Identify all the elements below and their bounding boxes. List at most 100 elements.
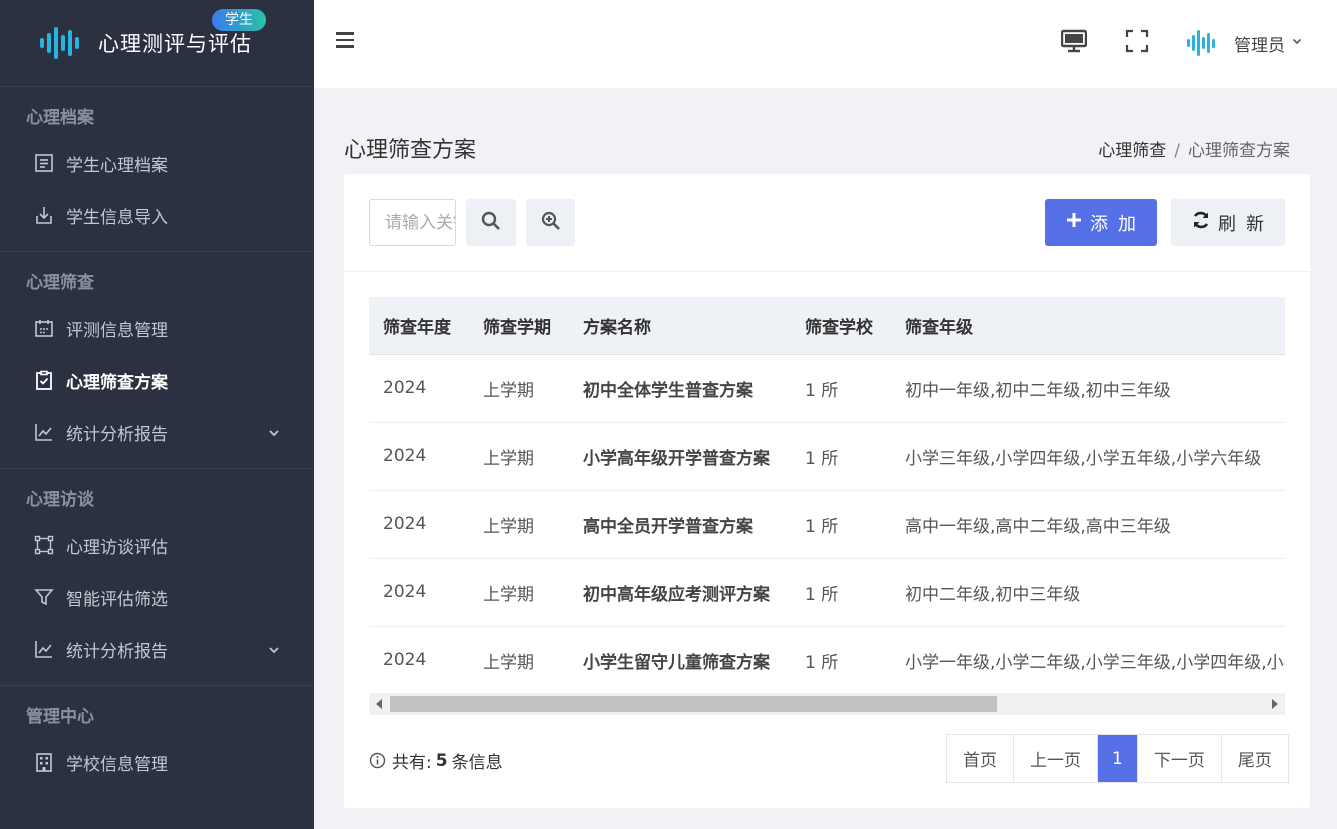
scroll-left-icon[interactable] [376,699,382,709]
nav-group-admin: 管理中心 学校信息管理 [0,686,314,798]
line-chart-icon [34,639,54,659]
sidebar-item-school-info[interactable]: 学校信息管理 [0,736,314,788]
sidebar-item-screening-plan[interactable]: 心理筛查方案 [0,354,314,406]
cell-year: 2024 [369,626,469,691]
refresh-button[interactable]: 刷新 [1171,199,1285,246]
cell-schools: 1 所 [791,354,891,423]
sidebar-item-smart-filter[interactable]: 智能评估筛选 [0,571,314,623]
page-last-button[interactable]: 尾页 [1221,735,1288,782]
summary-count: 5 [435,750,448,771]
page-number-current[interactable]: 1 [1098,735,1138,782]
nav-group-archive: 心理档案 学生心理档案 学生信息导入 [0,87,314,252]
sidebar-item-interview-assessment[interactable]: 心理访谈评估 [0,519,314,571]
import-icon [34,205,54,225]
sidebar: 心理测评与评估 学生 心理档案 学生心理档案 学生信息导入 心理筛查 评测信息管… [0,0,314,829]
page-prev-button[interactable]: 上一页 [1014,735,1098,782]
nav-group-title: 心理筛查 [26,273,94,293]
building-icon [34,752,54,772]
search-icon [481,211,501,234]
cell-schools: 1 所 [791,422,891,491]
cell-grades: 小学一年级,小学二年级,小学三年级,小学四年级,小学 [891,626,1285,691]
cell-term: 上学期 [469,626,569,691]
calendar-icon [34,318,54,338]
add-button[interactable]: 添加 [1045,199,1157,246]
cell-plan-name[interactable]: 初中高年级应考测评方案 [569,558,791,627]
cell-year: 2024 [369,490,469,559]
fullscreen-icon[interactable] [1124,28,1150,54]
table-row[interactable]: 2024 上学期 初中高年级应考测评方案 1 所 初中二年级,初中三年级 [369,558,1285,627]
menu-toggle-icon[interactable] [336,32,356,52]
add-button-label: 添加 [1090,213,1146,235]
brand-logo-icon [40,23,90,63]
chevron-down-icon [1291,35,1303,51]
table-row[interactable]: 2024 上学期 高中全员开学普查方案 1 所 高中一年级,高中二年级,高中三年… [369,490,1285,559]
brand[interactable]: 心理测评与评估 学生 [0,0,314,87]
sidebar-item-student-archive[interactable]: 学生心理档案 [0,137,314,189]
info-icon [369,752,386,769]
sidebar-item-label: 统计分析报告 [66,424,168,445]
page-title: 心理筛查方案 [344,138,477,163]
column-header[interactable]: 筛查学校 [791,297,891,355]
cell-term: 上学期 [469,490,569,559]
sidebar-item-stats-report-interview[interactable]: 统计分析报告 [0,623,314,675]
nav-group-interview: 心理访谈 心理访谈评估 智能评估筛选 统计分析报告 [0,469,314,686]
breadcrumb-item[interactable]: 心理筛查 [1098,141,1166,161]
column-header[interactable]: 方案名称 [569,297,791,355]
cell-grades: 高中一年级,高中二年级,高中三年级 [891,490,1285,559]
table-header-row: 筛查年度 筛查学期 方案名称 筛查学校 筛查年级 [369,297,1285,355]
cell-term: 上学期 [469,558,569,627]
toolbar: 添加 刷新 [344,174,1310,272]
sidebar-item-label: 学校信息管理 [66,754,168,775]
sidebar-item-student-import[interactable]: 学生信息导入 [0,189,314,241]
top-header: 管理员 [314,0,1337,88]
sidebar-item-label: 智能评估筛选 [66,589,168,610]
sidebar-item-label: 学生心理档案 [66,155,168,176]
scrollbar-thumb[interactable] [390,696,997,712]
cell-plan-name[interactable]: 初中全体学生普查方案 [569,354,791,423]
table-row[interactable]: 2024 上学期 初中全体学生普查方案 1 所 初中一年级,初中二年级,初中三年… [369,354,1285,423]
sidebar-item-stats-report-screening[interactable]: 统计分析报告 [0,406,314,458]
user-name: 管理员 [1234,35,1285,56]
sidebar-item-assessment-info[interactable]: 评测信息管理 [0,302,314,354]
avatar [1180,22,1222,64]
cell-term: 上学期 [469,422,569,491]
file-text-icon [34,153,54,173]
column-header[interactable]: 筛查年度 [369,297,469,355]
sidebar-item-label: 评测信息管理 [66,320,168,341]
cell-plan-name[interactable]: 小学生留守儿童筛查方案 [569,626,791,691]
table-row[interactable]: 2024 上学期 小学高年级开学普查方案 1 所 小学三年级,小学四年级,小学五… [369,422,1285,491]
breadcrumb-current: 心理筛查方案 [1188,141,1290,161]
column-header[interactable]: 筛查年级 [891,297,1285,355]
horizontal-scrollbar[interactable] [369,693,1285,715]
summary-prefix: 共有: [392,753,432,773]
cell-plan-name[interactable]: 小学高年级开学普查方案 [569,422,791,491]
cell-plan-name[interactable]: 高中全员开学普查方案 [569,490,791,559]
monitor-icon[interactable] [1060,28,1088,54]
cell-year: 2024 [369,558,469,627]
nav-group-screening: 心理筛查 评测信息管理 心理筛查方案 统计分析报告 [0,252,314,469]
user-menu[interactable]: 管理员 [1180,22,1303,64]
cell-grades: 初中二年级,初中三年级 [891,558,1285,627]
cell-schools: 1 所 [791,490,891,559]
line-chart-icon [34,422,54,442]
sidebar-item-label: 统计分析报告 [66,641,168,662]
scroll-right-icon[interactable] [1272,699,1278,709]
breadcrumb-separator: / [1174,141,1180,161]
nav-group-title: 心理访谈 [26,490,94,510]
page-next-button[interactable]: 下一页 [1137,735,1222,782]
summary-suffix: 条信息 [451,753,503,773]
search-input[interactable] [369,199,456,246]
sidebar-item-label: 心理筛查方案 [66,372,168,393]
sidebar-item-label: 学生信息导入 [66,207,168,228]
column-header[interactable]: 筛查学期 [469,297,569,355]
page-first-button[interactable]: 首页 [947,735,1014,782]
nodes-icon [34,535,54,555]
pagination: 首页 上一页 1 下一页 尾页 [946,734,1289,783]
nav-group-title: 管理中心 [26,707,94,727]
clipboard-check-icon [34,370,54,390]
data-table: 筛查年度 筛查学期 方案名称 筛查学校 筛查年级 2024 上学期 初中全体学生… [369,297,1285,691]
cell-schools: 1 所 [791,558,891,627]
table-row[interactable]: 2024 上学期 小学生留守儿童筛查方案 1 所 小学一年级,小学二年级,小学三… [369,626,1285,691]
advanced-search-button[interactable] [526,199,575,246]
search-button[interactable] [466,199,516,246]
